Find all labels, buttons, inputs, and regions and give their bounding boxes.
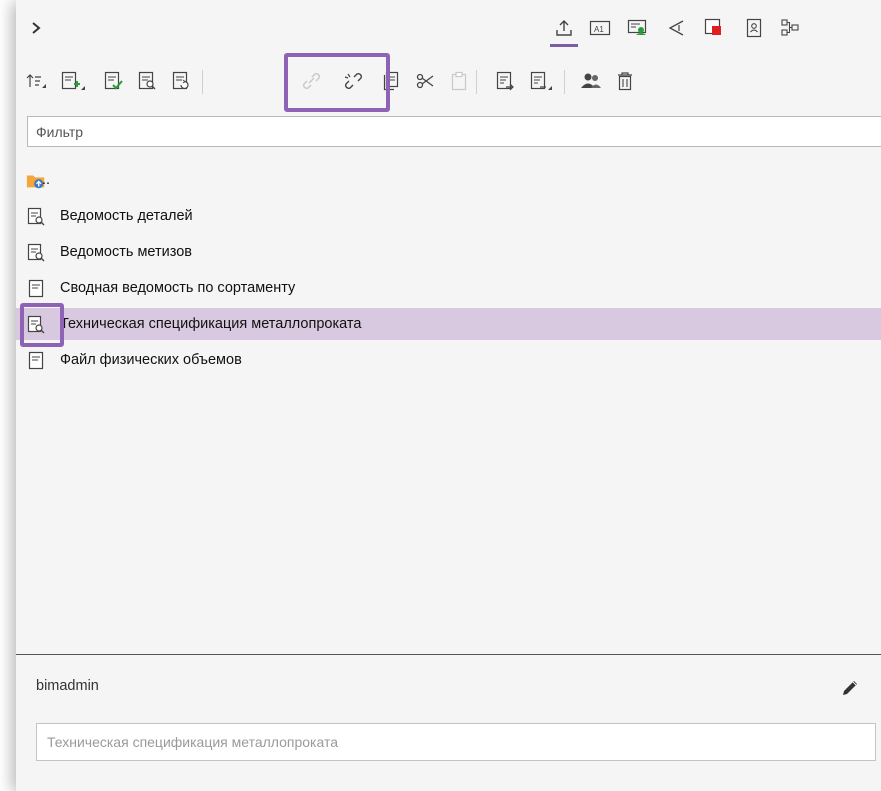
- text-field-icon[interactable]: A1: [588, 16, 612, 40]
- list-item[interactable]: Ведомость метизов: [16, 236, 881, 268]
- list-item-parent-folder[interactable]: ..: [16, 164, 881, 196]
- toolbar-separator: [202, 70, 203, 94]
- megaphone-icon[interactable]: [664, 16, 688, 40]
- copy-icon[interactable]: [378, 68, 404, 94]
- top-bar: A1: [16, 0, 881, 54]
- list-item-label: Техническая спецификация металлопроката: [60, 316, 362, 332]
- document-refresh-icon[interactable]: [168, 68, 194, 94]
- filter-input[interactable]: [27, 116, 881, 147]
- document-check-icon[interactable]: [100, 68, 126, 94]
- toolbar-separator: [564, 70, 565, 94]
- report-preview-icon: [26, 243, 46, 263]
- users-icon[interactable]: [578, 68, 604, 94]
- delete-icon[interactable]: [612, 68, 638, 94]
- paste-icon[interactable]: [446, 68, 472, 94]
- document-preview-icon[interactable]: [134, 68, 160, 94]
- list-item[interactable]: Ведомость деталей: [16, 200, 881, 232]
- report-preview-icon: [26, 207, 46, 227]
- list-item-label: Сводная ведомость по сортаменту: [60, 280, 296, 296]
- document-panel: A1 Фильтр .. Ведомость деталей Ведомость…: [16, 0, 881, 791]
- document-icon: [26, 279, 46, 299]
- active-tab-indicator: [550, 44, 578, 47]
- pencil-icon[interactable]: [838, 676, 862, 700]
- export-menu-icon[interactable]: [528, 68, 554, 94]
- list-item[interactable]: Файл физических объемов: [16, 344, 881, 376]
- link-icon[interactable]: [298, 68, 324, 94]
- toolbar-separator: [476, 70, 477, 94]
- tab-a1-text: A1: [594, 25, 604, 34]
- list-item-label: Файл физических объемов: [60, 352, 242, 368]
- unlink-icon[interactable]: [340, 68, 366, 94]
- list-item-label: ..: [42, 172, 51, 188]
- user-name: bimadmin: [36, 678, 99, 694]
- document-icon: [26, 351, 46, 371]
- description-input[interactable]: [36, 723, 876, 761]
- report-preview-icon: [26, 315, 46, 335]
- document-contact-icon[interactable]: [742, 16, 766, 40]
- list-item-label: Ведомость метизов: [60, 244, 192, 260]
- list-item-label: Ведомость деталей: [60, 208, 193, 224]
- list-item-selected[interactable]: Техническая спецификация металлопроката: [16, 308, 881, 340]
- chevron-right-icon[interactable]: [24, 16, 48, 40]
- list-item[interactable]: Сводная ведомость по сортаменту: [16, 272, 881, 304]
- user-comment-icon[interactable]: [626, 16, 650, 40]
- red-square-icon[interactable]: [702, 16, 726, 40]
- sort-icon[interactable]: [24, 68, 50, 94]
- export-icon[interactable]: [492, 68, 518, 94]
- hierarchy-icon[interactable]: [778, 16, 802, 40]
- toolbar: [16, 56, 881, 108]
- upload-icon[interactable]: [552, 16, 576, 40]
- bottom-divider: [16, 654, 881, 655]
- cut-icon[interactable]: [412, 68, 438, 94]
- add-document-icon[interactable]: [60, 68, 86, 94]
